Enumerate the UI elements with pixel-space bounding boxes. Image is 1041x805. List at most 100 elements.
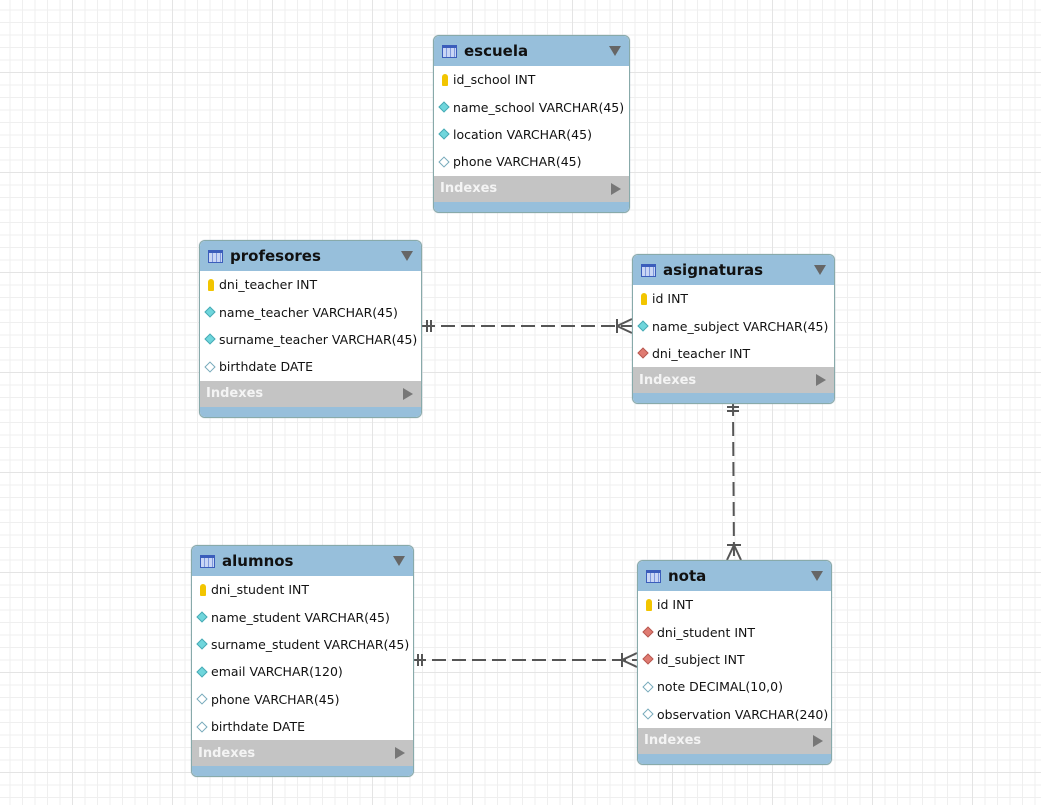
table-header[interactable]: alumnos bbox=[192, 546, 413, 576]
column-row[interactable]: dni_student INT bbox=[638, 618, 831, 645]
column-row[interactable]: name_school VARCHAR(45) bbox=[434, 93, 629, 120]
expand-arrow-icon[interactable] bbox=[403, 387, 413, 400]
expand-arrow-icon[interactable] bbox=[813, 734, 823, 747]
table-footer bbox=[434, 201, 629, 212]
indexes-section[interactable]: Indexes bbox=[638, 727, 831, 754]
indexes-label: Indexes bbox=[639, 372, 697, 388]
collapse-arrow-icon[interactable] bbox=[609, 46, 621, 56]
table-header[interactable]: nota bbox=[638, 561, 831, 591]
relationship-alumnos-nota bbox=[412, 652, 638, 668]
key-icon bbox=[646, 598, 652, 611]
table-icon bbox=[646, 569, 661, 583]
column-label: id_subject INT bbox=[657, 651, 745, 667]
column-row[interactable]: name_subject VARCHAR(45) bbox=[633, 312, 834, 339]
key-icon bbox=[208, 278, 214, 291]
column-row[interactable]: birthdate DATE bbox=[200, 353, 421, 380]
column-row[interactable]: phone VARCHAR(45) bbox=[434, 148, 629, 175]
relationship-profesores-asignaturas bbox=[421, 318, 633, 334]
table-name: profesores bbox=[230, 247, 321, 265]
column-label: surname_teacher VARCHAR(45) bbox=[219, 331, 418, 347]
column-row[interactable]: birthdate DATE bbox=[192, 713, 413, 740]
table-icon bbox=[200, 554, 215, 568]
column-label: id_school INT bbox=[453, 72, 536, 88]
expand-arrow-icon[interactable] bbox=[816, 374, 826, 387]
table-nota[interactable]: nota id INT dni_student INT id_subject INT n… bbox=[637, 560, 832, 765]
column-label: name_teacher VARCHAR(45) bbox=[219, 304, 398, 320]
nullable-diamond-icon bbox=[204, 361, 216, 373]
table-asignaturas[interactable]: asignaturas id INT name_subject VARCHAR(45… bbox=[632, 254, 835, 405]
indexes-label: Indexes bbox=[644, 733, 702, 749]
table-icon bbox=[208, 249, 223, 263]
indexes-label: Indexes bbox=[440, 181, 498, 197]
column-row[interactable]: surname_student VARCHAR(45) bbox=[192, 631, 413, 658]
table-footer bbox=[638, 753, 831, 764]
table-name: asignaturas bbox=[663, 261, 764, 279]
column-label: observation VARCHAR(240) bbox=[657, 706, 829, 722]
table-name: escuela bbox=[464, 42, 529, 60]
column-row[interactable]: name_teacher VARCHAR(45) bbox=[200, 298, 421, 325]
column-label: note DECIMAL(10,0) bbox=[657, 679, 783, 695]
collapse-arrow-icon[interactable] bbox=[401, 251, 413, 261]
column-label: surname_student VARCHAR(45) bbox=[211, 636, 410, 652]
table-header[interactable]: asignaturas bbox=[633, 255, 834, 285]
collapse-arrow-icon[interactable] bbox=[393, 556, 405, 566]
table-name: nota bbox=[668, 567, 707, 585]
column-row[interactable]: location VARCHAR(45) bbox=[434, 121, 629, 148]
column-label: dni_student INT bbox=[657, 624, 756, 640]
foreign-key-diamond-icon bbox=[642, 653, 654, 666]
table-escuela[interactable]: escuela id_school INT name_school VARCHAR(… bbox=[433, 35, 630, 213]
column-label: location VARCHAR(45) bbox=[453, 126, 592, 142]
not-null-diamond-icon bbox=[196, 611, 208, 623]
column-label: name_subject VARCHAR(45) bbox=[652, 318, 829, 334]
indexes-section[interactable]: Indexes bbox=[200, 380, 421, 407]
column-row[interactable]: dni_teacher INT bbox=[200, 271, 421, 298]
column-row[interactable]: id_school INT bbox=[434, 66, 629, 93]
indexes-label: Indexes bbox=[198, 745, 256, 761]
expand-arrow-icon[interactable] bbox=[611, 182, 621, 195]
table-header[interactable]: profesores bbox=[200, 241, 421, 271]
column-row[interactable]: id INT bbox=[633, 285, 834, 312]
not-null-diamond-icon bbox=[196, 638, 208, 651]
column-row[interactable]: surname_teacher VARCHAR(45) bbox=[200, 326, 421, 353]
nullable-diamond-icon bbox=[196, 720, 208, 733]
column-row[interactable]: id_subject INT bbox=[638, 646, 831, 673]
nullable-diamond-icon bbox=[642, 681, 654, 693]
indexes-section[interactable]: Indexes bbox=[192, 740, 413, 767]
foreign-key-diamond-icon bbox=[642, 626, 654, 638]
not-null-diamond-icon bbox=[196, 666, 208, 678]
column-label: name_school VARCHAR(45) bbox=[453, 99, 625, 115]
column-label: phone VARCHAR(45) bbox=[211, 691, 340, 707]
collapse-arrow-icon[interactable] bbox=[814, 265, 826, 275]
column-label: name_student VARCHAR(45) bbox=[211, 609, 390, 625]
nullable-diamond-icon bbox=[196, 693, 208, 705]
column-row[interactable]: dni_teacher INT bbox=[633, 340, 834, 367]
indexes-section[interactable]: Indexes bbox=[434, 175, 629, 202]
column-row[interactable]: note DECIMAL(10,0) bbox=[638, 673, 831, 700]
not-null-diamond-icon bbox=[204, 333, 216, 346]
key-icon bbox=[442, 73, 448, 86]
column-row[interactable]: name_student VARCHAR(45) bbox=[192, 603, 413, 630]
collapse-arrow-icon[interactable] bbox=[811, 571, 823, 581]
table-alumnos[interactable]: alumnos dni_student INT name_student VARCH… bbox=[191, 545, 414, 778]
table-header[interactable]: escuela bbox=[434, 36, 629, 66]
column-label: id INT bbox=[657, 597, 694, 613]
table-name: alumnos bbox=[222, 552, 294, 570]
table-footer bbox=[633, 393, 834, 404]
key-icon bbox=[200, 583, 206, 596]
column-label: id INT bbox=[652, 291, 689, 307]
column-row[interactable]: dni_student INT bbox=[192, 576, 413, 603]
not-null-diamond-icon bbox=[637, 320, 649, 332]
indexes-section[interactable]: Indexes bbox=[633, 367, 834, 394]
indexes-label: Indexes bbox=[206, 386, 264, 402]
column-row[interactable]: id INT bbox=[638, 591, 831, 618]
expand-arrow-icon[interactable] bbox=[395, 747, 405, 760]
not-null-diamond-icon bbox=[204, 306, 216, 318]
column-label: email VARCHAR(120) bbox=[211, 664, 343, 680]
column-label: dni_teacher INT bbox=[219, 277, 318, 293]
column-row[interactable]: observation VARCHAR(240) bbox=[638, 701, 831, 728]
column-row[interactable]: email VARCHAR(120) bbox=[192, 658, 413, 685]
column-row[interactable]: phone VARCHAR(45) bbox=[192, 686, 413, 713]
column-label: phone VARCHAR(45) bbox=[453, 154, 582, 170]
column-label: birthdate DATE bbox=[211, 719, 306, 735]
table-profesores[interactable]: profesores dni_teacher INT name_teacher VA… bbox=[199, 240, 422, 418]
